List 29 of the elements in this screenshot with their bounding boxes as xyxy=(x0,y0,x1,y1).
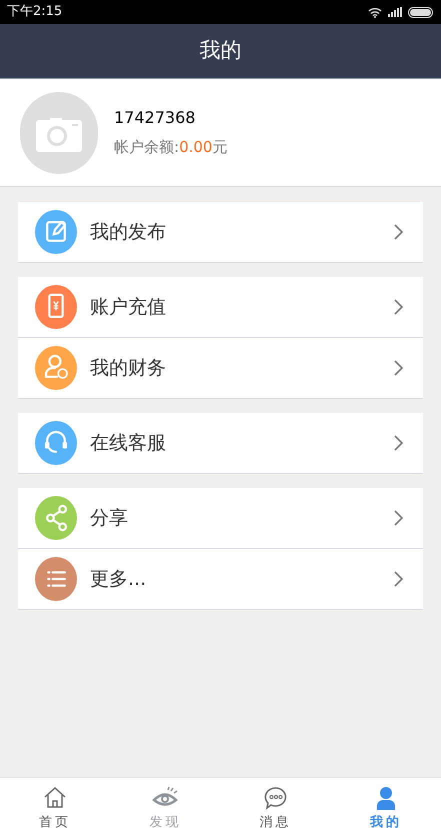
menu-item[interactable]: 账户充值 xyxy=(18,277,423,337)
home-icon xyxy=(42,784,68,811)
menu-item[interactable]: 在线客服 xyxy=(18,413,423,473)
menu-item[interactable]: 我的财务 xyxy=(18,338,423,398)
page-title: 我的 xyxy=(200,37,242,64)
status-time: 下午2:15 xyxy=(7,3,62,22)
wifi-icon xyxy=(368,6,382,18)
menu-label: 更多... xyxy=(90,566,148,592)
menu-label: 账户充值 xyxy=(90,294,167,320)
chevron-right-icon xyxy=(394,571,403,587)
menu-label: 分享 xyxy=(90,506,129,531)
user-id: 17427368 xyxy=(114,107,196,130)
tab[interactable]: 消息 xyxy=(220,778,331,839)
menu-label: 在线客服 xyxy=(90,430,167,456)
menu-label: 我的财务 xyxy=(90,356,167,381)
chevron-right-icon xyxy=(394,510,403,526)
chevron-right-icon xyxy=(394,299,403,315)
menu-item[interactable]: 我的发布 xyxy=(18,202,423,262)
tab[interactable]: 首页 xyxy=(0,778,110,839)
menu-item[interactable]: 分享 xyxy=(18,488,423,548)
chevron-right-icon xyxy=(394,360,403,376)
menu-item[interactable]: 更多... xyxy=(18,549,423,609)
account-balance: 帐户余额:0.00元 xyxy=(114,137,228,158)
chevron-right-icon xyxy=(394,224,403,240)
chevron-right-icon xyxy=(394,435,403,451)
signal-icon xyxy=(388,7,402,17)
chat-bubble-icon xyxy=(262,784,289,811)
battery-icon xyxy=(408,6,434,18)
menu-label: 我的发布 xyxy=(90,220,167,245)
